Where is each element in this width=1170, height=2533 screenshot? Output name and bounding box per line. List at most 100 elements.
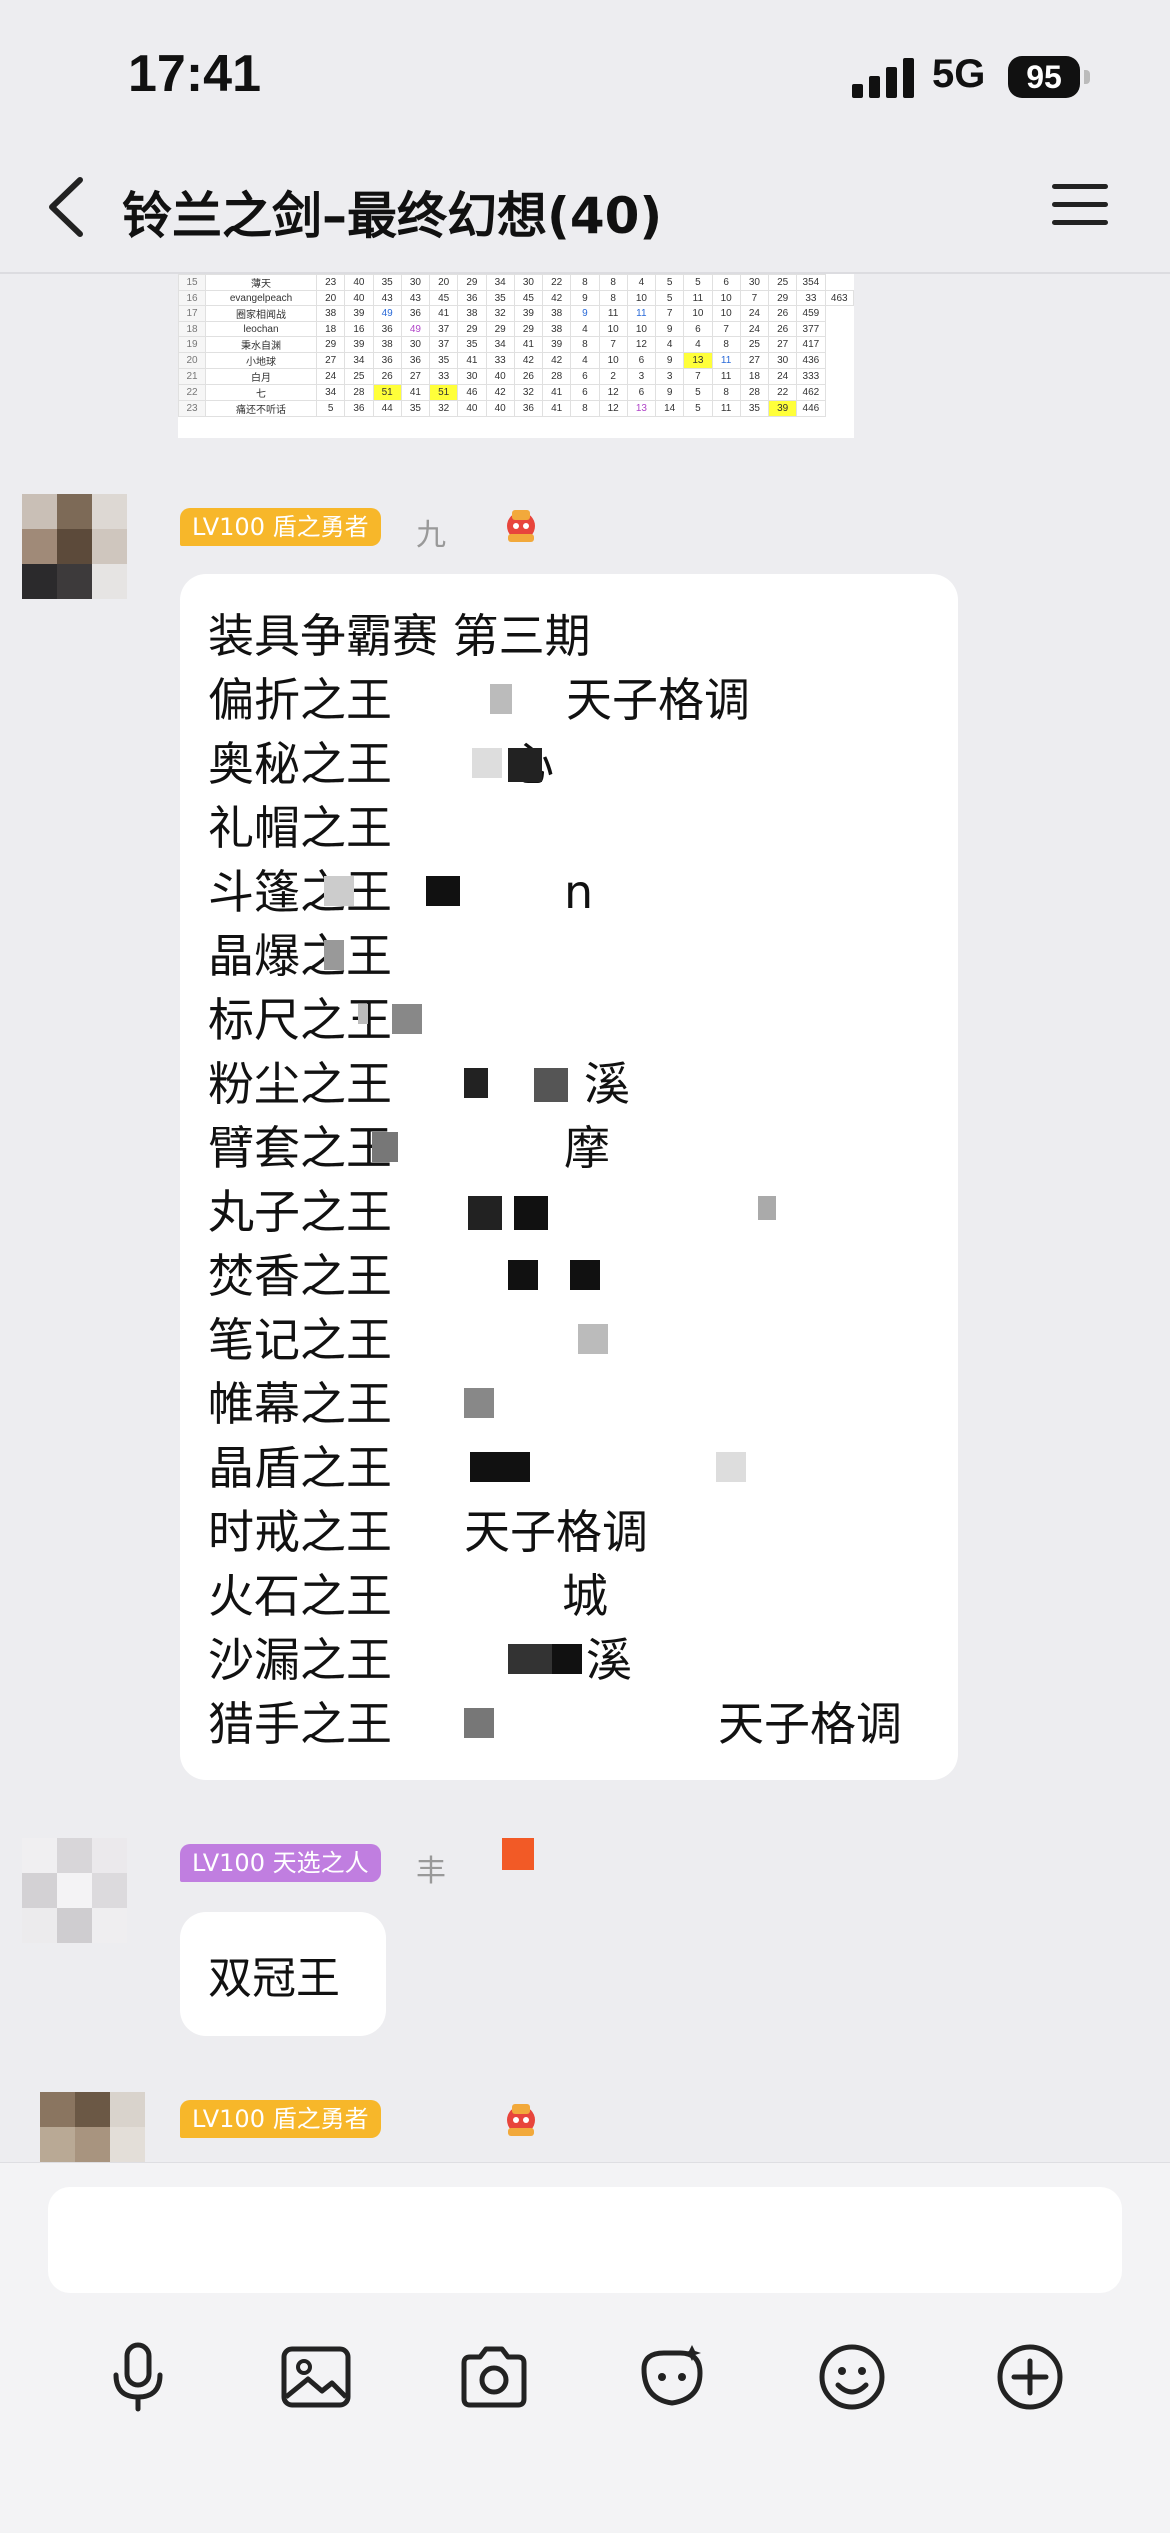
award-title: 标尺之王 xyxy=(208,993,392,1047)
table-cell: 11 xyxy=(598,305,628,322)
table-cell: 22 xyxy=(767,384,798,401)
award-row: 丸子之王 xyxy=(208,1180,776,1244)
table-cell: 23 xyxy=(315,274,346,291)
table-cell: 27 xyxy=(739,352,770,369)
table-cell: 3 xyxy=(626,368,657,385)
table-cell: 36 xyxy=(513,400,544,417)
emoji-icon[interactable] xyxy=(814,2339,890,2415)
table-cell: 38 xyxy=(315,305,346,322)
avatar[interactable] xyxy=(40,2092,146,2162)
winner-name: 天子格调 xyxy=(464,1505,648,1559)
redaction-block xyxy=(758,1196,776,1220)
table-cell: 7 xyxy=(683,368,713,385)
table-cell: 7 xyxy=(598,336,628,353)
winner-name: 溪 xyxy=(584,1057,630,1111)
table-cell: 42 xyxy=(513,352,544,369)
sticker-icon[interactable] xyxy=(634,2339,710,2415)
table-cell: 36 xyxy=(372,321,402,337)
table-cell: 27 xyxy=(767,336,798,353)
table-row: 20 小地球 27 34 36 36 35 41 33 42 42 4 10 6 9 13 11 27 30 436 xyxy=(178,352,854,369)
table-cell: 29 xyxy=(767,290,798,306)
award-title: 时戒之王 xyxy=(208,1505,392,1559)
table-cell: 16 xyxy=(344,321,374,337)
table-cell: 30 xyxy=(400,274,431,291)
redaction-block xyxy=(464,1388,494,1418)
score-table: 15 薄天 23 40 35 30 20 29 34 30 22 8 8 4 5 5 6 30 25 354 16 eva… xyxy=(178,274,854,417)
award-row: 猎手之王 天子格调 xyxy=(208,1692,902,1756)
level-badge: LV100 天选之人 xyxy=(180,1844,381,1882)
microphone-icon[interactable] xyxy=(100,2339,176,2415)
row-number: 23 xyxy=(178,400,206,417)
player-name: evangelpeach xyxy=(205,290,317,306)
table-cell: 6 xyxy=(570,384,600,401)
table-cell: 8 xyxy=(570,400,600,417)
award-row: 笔记之王 xyxy=(208,1308,608,1372)
player-name: 薄天 xyxy=(205,274,317,291)
table-cell: 39 xyxy=(513,305,544,322)
table-cell: 38 xyxy=(541,305,572,322)
add-icon[interactable] xyxy=(992,2339,1068,2415)
table-cell: 11 xyxy=(711,400,741,417)
table-cell: 51 xyxy=(428,384,459,401)
table-cell: 8 xyxy=(711,384,741,401)
table-cell: 2 xyxy=(598,368,628,385)
player-name: 白月 xyxy=(205,368,317,385)
redaction-block xyxy=(470,1452,530,1482)
table-cell: 10 xyxy=(598,352,628,369)
image-icon[interactable] xyxy=(278,2339,354,2415)
table-cell: 7 xyxy=(739,290,770,306)
redaction-block xyxy=(716,1452,746,1482)
table-cell: 5 xyxy=(654,290,685,306)
message-input[interactable] xyxy=(48,2187,1122,2293)
table-cell: 10 xyxy=(598,321,628,337)
back-arrow-icon[interactable] xyxy=(40,172,100,242)
table-cell: 34 xyxy=(485,274,515,291)
table-cell: 42 xyxy=(541,352,572,369)
table-cell: 41 xyxy=(513,336,544,353)
winner-name: 城 xyxy=(562,1569,608,1623)
table-row: 21 白月 24 25 26 27 33 30 40 26 28 6 2 3 3 7 11 18 24 333 xyxy=(178,368,854,385)
table-cell: 39 xyxy=(767,400,798,417)
award-row: 时戒之王 天子格调 xyxy=(208,1500,648,1564)
table-cell: 29 xyxy=(485,321,515,337)
table-cell: 36 xyxy=(344,400,374,417)
table-cell: 354 xyxy=(796,274,826,291)
award-title: 粉尘之王 xyxy=(208,1057,392,1111)
redaction-block xyxy=(472,748,502,778)
shared-table-image[interactable]: 15 薄天 23 40 35 30 20 29 34 30 22 8 8 4 5 5 6 30 25 354 16 eva… xyxy=(178,274,854,438)
table-cell: 32 xyxy=(428,400,459,417)
player-name: 圈家相闻战 xyxy=(205,305,317,322)
sender-name: 丰 xyxy=(416,1854,446,1889)
table-cell: 51 xyxy=(372,384,402,401)
table-cell: 4 xyxy=(683,336,713,353)
table-cell: 10 xyxy=(626,321,657,337)
avatar[interactable] xyxy=(22,494,128,600)
camera-icon[interactable] xyxy=(456,2339,532,2415)
table-cell: 25 xyxy=(344,368,374,385)
redaction-block xyxy=(464,1068,488,1098)
table-cell: 41 xyxy=(457,352,487,369)
table-cell: 11 xyxy=(711,368,741,385)
table-cell: 6 xyxy=(711,274,741,291)
award-row: 礼帽之王 xyxy=(208,796,591,860)
avatar[interactable] xyxy=(22,1838,128,1944)
player-name: 秉水自渊 xyxy=(205,336,317,353)
table-cell: 30 xyxy=(400,336,431,353)
redaction-block xyxy=(468,1196,502,1230)
table-cell: 32 xyxy=(513,384,544,401)
message-bubble[interactable]: 装具争霸赛 第三期 偏折之王天子格调奥秘之王心礼帽之王斗篷之王n晶爆之王标尺之王… xyxy=(180,574,958,1780)
winner-name: 天子格调 xyxy=(718,1697,902,1751)
redaction-block xyxy=(324,940,344,970)
table-cell: 4 xyxy=(570,321,600,337)
table-cell: 41 xyxy=(541,384,572,401)
table-cell: 5 xyxy=(683,384,713,401)
table-cell: 22 xyxy=(541,274,572,291)
table-cell: 38 xyxy=(457,305,487,322)
table-cell: 18 xyxy=(315,321,346,337)
message-bubble[interactable]: 双冠王 xyxy=(180,1912,386,2036)
table-cell: 10 xyxy=(626,290,657,306)
table-cell: 40 xyxy=(344,290,374,306)
award-row: 斗篷之王 n xyxy=(208,860,593,924)
menu-icon[interactable] xyxy=(1052,180,1108,230)
redaction-block xyxy=(552,1644,582,1674)
